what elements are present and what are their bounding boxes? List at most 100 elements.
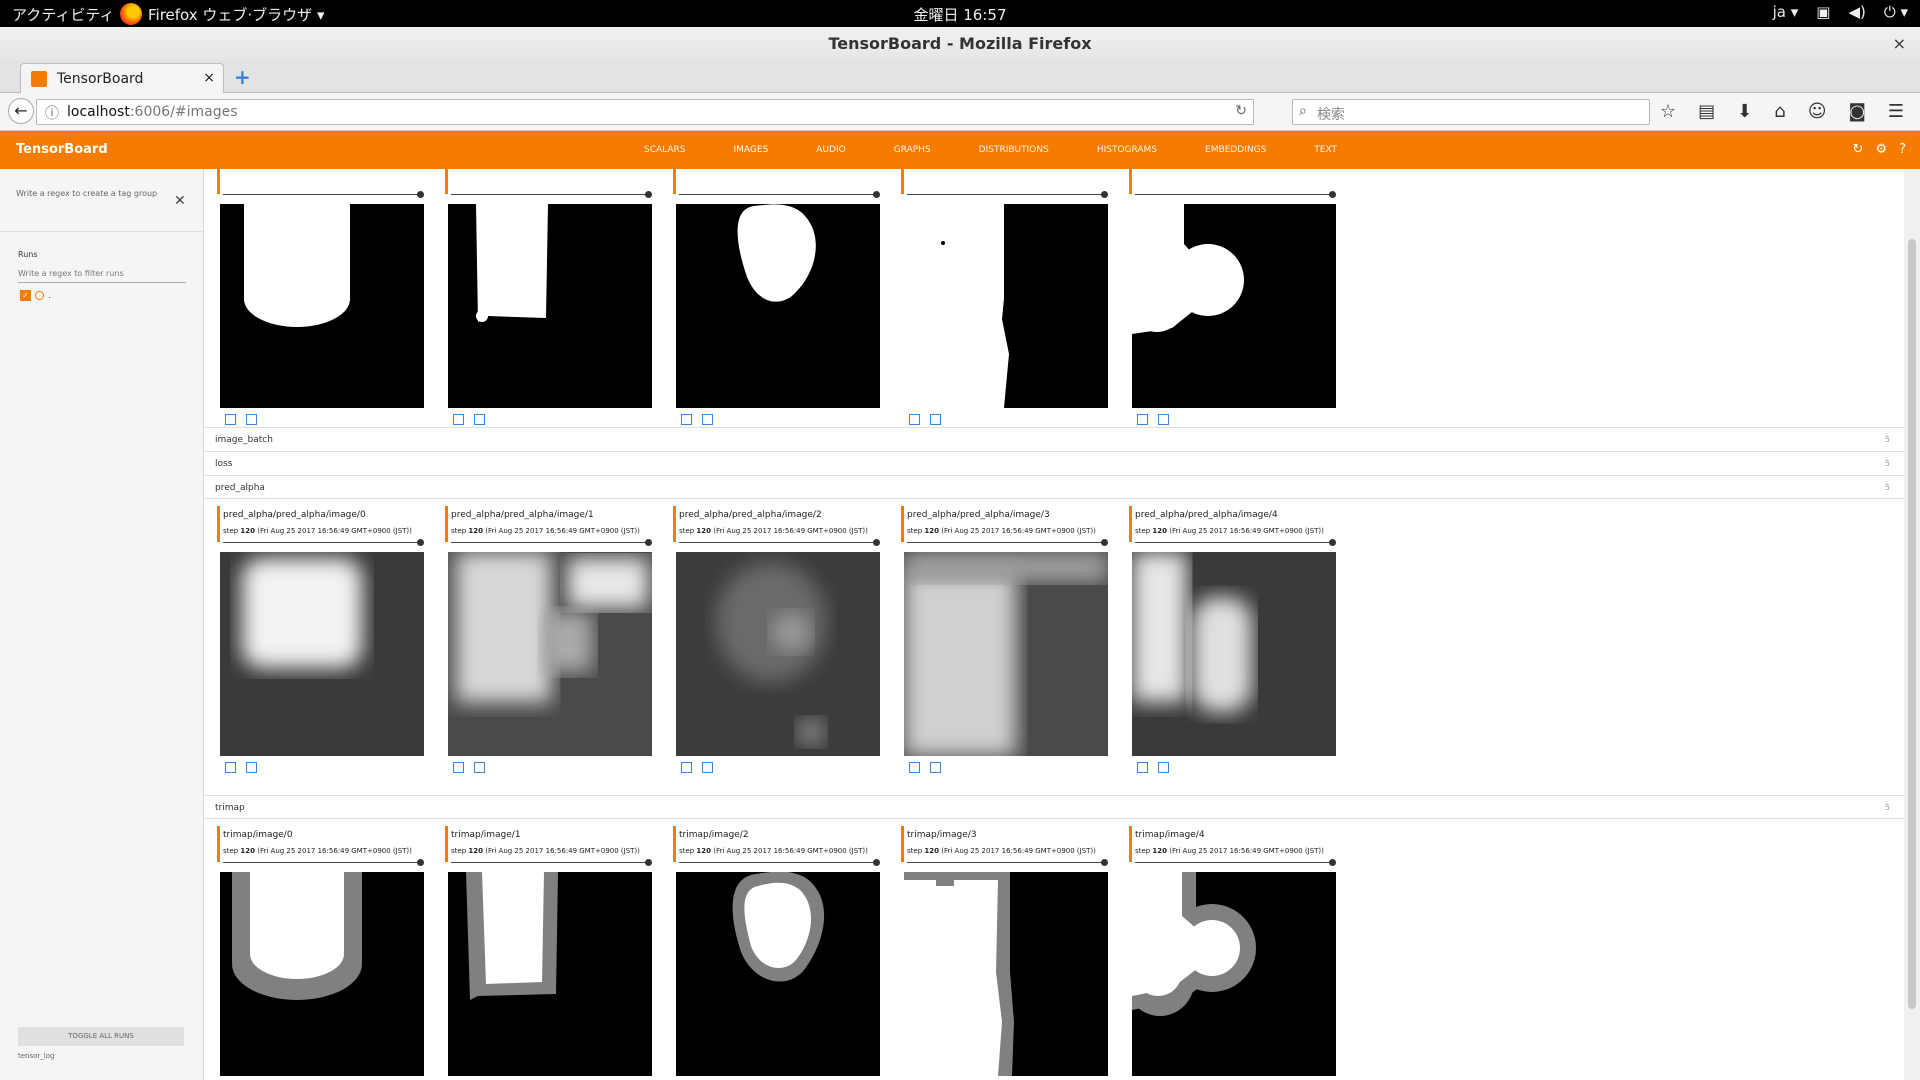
tab-graphs[interactable]: GRAPHS (870, 145, 955, 155)
image-preview[interactable] (1132, 552, 1336, 756)
image-actual-size-icon[interactable] (246, 762, 257, 773)
run-radio[interactable] (35, 291, 44, 300)
fullscreen-icon[interactable] (681, 414, 692, 425)
reading-list-icon[interactable]: ▤ (1698, 101, 1715, 122)
language-indicator[interactable]: ja ▾ (1773, 3, 1799, 21)
slider-knob[interactable] (1101, 539, 1108, 546)
image-preview[interactable] (676, 204, 880, 408)
bookmark-star-icon[interactable]: ☆ (1660, 101, 1676, 122)
image-preview[interactable] (448, 552, 652, 756)
fullscreen-icon[interactable] (1137, 762, 1148, 773)
tab-close-button[interactable]: × (203, 70, 215, 86)
fullscreen-icon[interactable] (1137, 414, 1148, 425)
runs-filter-input[interactable]: Write a regex to filter runs (18, 269, 186, 283)
help-icon[interactable]: ? (1899, 142, 1906, 157)
step-slider[interactable] (1135, 191, 1336, 198)
site-info-icon[interactable]: ⓘ (45, 103, 59, 123)
download-icon[interactable]: ⬇ (1737, 101, 1752, 122)
image-actual-size-icon[interactable] (246, 414, 257, 425)
browser-tab[interactable]: TensorBoard × (20, 63, 224, 94)
slider-knob[interactable] (1101, 191, 1108, 198)
fullscreen-icon[interactable] (453, 762, 464, 773)
slider-knob[interactable] (873, 191, 880, 198)
image-actual-size-icon[interactable] (474, 762, 485, 773)
tab-scalars[interactable]: SCALARS (620, 145, 710, 155)
image-actual-size-icon[interactable] (702, 414, 713, 425)
slider-knob[interactable] (645, 859, 652, 866)
scrollbar[interactable] (1904, 169, 1920, 1080)
group-row-pred-alpha[interactable]: pred_alpha 5 (204, 475, 1904, 499)
fullscreen-icon[interactable] (909, 762, 920, 773)
tag-group-input[interactable]: Write a regex to create a tag group (16, 189, 166, 198)
step-slider[interactable] (451, 191, 652, 198)
tensorboard-brand[interactable]: TensorBoard (16, 142, 108, 157)
slider-knob[interactable] (1329, 859, 1336, 866)
step-slider[interactable] (1135, 539, 1336, 546)
url-bar[interactable]: ⓘ localhost:6006/#images ↻ (36, 99, 1254, 125)
step-slider[interactable] (223, 859, 424, 866)
image-preview[interactable] (1132, 204, 1336, 408)
step-slider[interactable] (907, 539, 1108, 546)
network-icon[interactable]: ▣ (1816, 3, 1830, 21)
toggle-all-runs-button[interactable]: TOGGLE ALL RUNS (18, 1027, 184, 1046)
refresh-icon[interactable]: ↻ (1853, 142, 1864, 157)
group-row-trimap[interactable]: trimap 5 (204, 795, 1904, 819)
step-slider[interactable] (679, 539, 880, 546)
slider-knob[interactable] (1101, 859, 1108, 866)
tab-audio[interactable]: AUDIO (792, 145, 869, 155)
home-icon[interactable]: ⌂ (1774, 101, 1785, 122)
image-actual-size-icon[interactable] (930, 762, 941, 773)
reload-icon[interactable]: ↻ (1235, 103, 1247, 119)
image-actual-size-icon[interactable] (1158, 762, 1169, 773)
image-preview[interactable] (220, 872, 424, 1076)
tab-text[interactable]: TEXT (1290, 145, 1361, 155)
step-slider[interactable] (223, 191, 424, 198)
slider-knob[interactable] (645, 191, 652, 198)
image-preview[interactable] (904, 552, 1108, 756)
image-actual-size-icon[interactable] (474, 414, 485, 425)
step-slider[interactable] (907, 191, 1108, 198)
image-actual-size-icon[interactable] (930, 414, 941, 425)
image-preview[interactable] (220, 552, 424, 756)
image-preview[interactable] (448, 204, 652, 408)
image-preview[interactable] (676, 872, 880, 1076)
slider-knob[interactable] (417, 859, 424, 866)
menu-icon[interactable]: ☰ (1888, 101, 1904, 122)
close-icon[interactable]: ✕ (174, 193, 186, 209)
image-actual-size-icon[interactable] (1158, 414, 1169, 425)
image-preview[interactable] (904, 872, 1108, 1076)
search-input[interactable]: ⌕ 検索 (1292, 99, 1650, 125)
tab-distributions[interactable]: DISTRIBUTIONS (955, 145, 1073, 155)
step-slider[interactable] (907, 859, 1108, 866)
image-preview[interactable] (448, 872, 652, 1076)
tab-images[interactable]: IMAGES (710, 145, 793, 155)
tab-embeddings[interactable]: EMBEDDINGS (1181, 145, 1290, 155)
clock[interactable]: 金曜日 16:57 (0, 4, 1920, 25)
settings-gear-icon[interactable]: ⚙ (1875, 142, 1887, 157)
image-preview[interactable] (1132, 872, 1336, 1076)
run-item[interactable]: ✓ . (20, 290, 51, 301)
step-slider[interactable] (679, 191, 880, 198)
run-checkbox[interactable]: ✓ (20, 290, 31, 301)
pocket-icon[interactable]: ◙ (1848, 101, 1865, 122)
image-preview[interactable] (676, 552, 880, 756)
step-slider[interactable] (451, 859, 652, 866)
slider-knob[interactable] (1329, 191, 1336, 198)
slider-knob[interactable] (873, 539, 880, 546)
group-row-image-batch[interactable]: image_batch 5 (204, 427, 1904, 451)
image-preview[interactable] (904, 204, 1108, 408)
fullscreen-icon[interactable] (225, 414, 236, 425)
back-button[interactable]: ← (8, 98, 34, 124)
tab-histograms[interactable]: HISTOGRAMS (1073, 145, 1181, 155)
fullscreen-icon[interactable] (225, 762, 236, 773)
fullscreen-icon[interactable] (453, 414, 464, 425)
window-close-button[interactable]: × (1893, 27, 1906, 60)
scrollbar-thumb[interactable] (1908, 239, 1916, 1009)
slider-knob[interactable] (417, 191, 424, 198)
slider-knob[interactable] (645, 539, 652, 546)
group-row-loss[interactable]: loss 5 (204, 451, 1904, 475)
step-slider[interactable] (679, 859, 880, 866)
step-slider[interactable] (451, 539, 652, 546)
step-slider[interactable] (1135, 859, 1336, 866)
chat-icon[interactable]: ☺ (1808, 101, 1827, 122)
